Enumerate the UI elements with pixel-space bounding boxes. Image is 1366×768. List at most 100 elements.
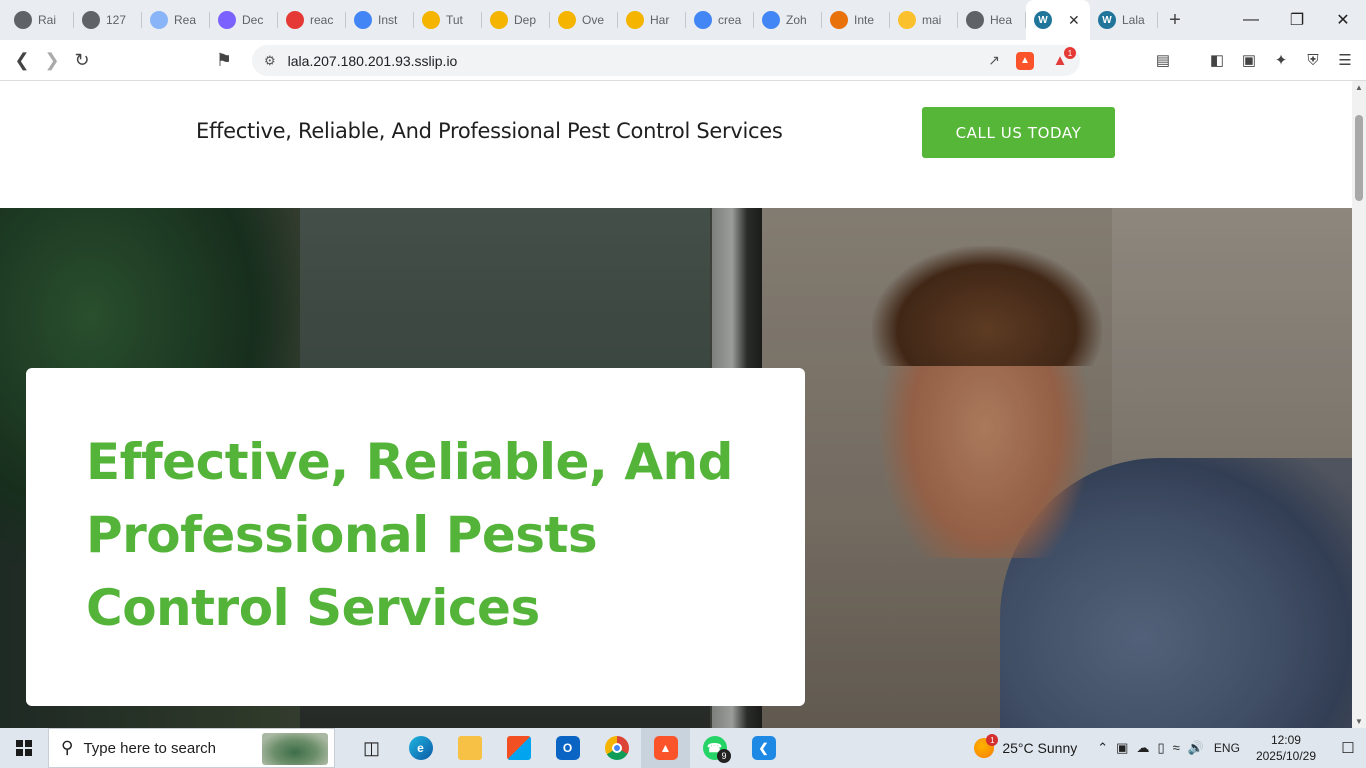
site-settings-icon[interactable]: ⚙ <box>264 53 276 69</box>
leo-ai-icon[interactable]: ✦ <box>1270 48 1292 72</box>
store-icon[interactable] <box>494 728 543 768</box>
reader-mode-icon[interactable]: ▤ <box>1152 48 1174 72</box>
scroll-up-icon[interactable]: ▲ <box>1352 83 1366 92</box>
volume-icon[interactable]: 🔊 <box>1188 740 1204 756</box>
page-viewport: Effective, Reliable, And Professional Pe… <box>0 81 1352 728</box>
search-highlight-image[interactable] <box>262 733 328 765</box>
tab-label: Dec <box>242 13 264 27</box>
wordpress-icon: W <box>1098 11 1116 29</box>
tab-label: Hea <box>990 13 1013 27</box>
tray-icons: ⌃ ▣ ☁ ▯ ≈ 🔊 <box>1097 740 1204 756</box>
browser-tab[interactable]: Rai <box>6 0 74 40</box>
hero-card: Effective, Reliable, And Professional Pe… <box>26 368 805 706</box>
browser-tab[interactable]: 127 <box>74 0 142 40</box>
menu-icon[interactable]: ☰ <box>1334 48 1356 72</box>
microsoft-icon <box>558 11 576 29</box>
minimize-icon[interactable]: — <box>1228 0 1274 40</box>
browser-tab[interactable]: Har <box>618 0 686 40</box>
file-explorer-icon[interactable] <box>445 728 494 768</box>
rewards-badge: 1 <box>1064 47 1076 59</box>
tab-label: mai <box>922 13 942 27</box>
microsoft-icon <box>422 11 440 29</box>
whatsapp-icon[interactable]: ☎ 9 <box>690 728 739 768</box>
sidebar-icon[interactable]: ◧ <box>1206 48 1228 72</box>
start-button[interactable] <box>0 728 48 768</box>
hero-section: Effective, Reliable, And Professional Pe… <box>0 208 1352 728</box>
new-tab-button[interactable]: + <box>1158 9 1192 32</box>
tab-label: Inst <box>378 13 398 27</box>
browser-tab[interactable]: crea <box>686 0 754 40</box>
browser-tab[interactable]: Tut <box>414 0 482 40</box>
browser-tab[interactable]: W Lala <box>1090 0 1158 40</box>
notifications-icon[interactable]: ☐ <box>1330 739 1366 757</box>
call-us-button[interactable]: CALL US TODAY <box>922 107 1115 158</box>
taskbar-search[interactable]: ⚲ Type here to search <box>48 728 335 768</box>
back-icon[interactable]: ❮ <box>7 45 37 75</box>
taskbar-apps: ◫ e O ▲ ☎ 9 ❮ <box>347 728 788 768</box>
browser-tab[interactable]: Zoh <box>754 0 822 40</box>
forward-icon[interactable]: ❯ <box>37 45 67 75</box>
gear-icon <box>966 11 984 29</box>
tab-label: Lala <box>1122 13 1145 27</box>
hero-heading: Effective, Reliable, And Professional Pe… <box>86 433 733 637</box>
clock-time: 12:09 <box>1270 733 1301 747</box>
browser-tab[interactable]: W ✕ <box>1026 0 1090 40</box>
share-icon[interactable]: ↗ <box>988 52 1000 69</box>
brave-icon[interactable]: ▲ <box>641 728 690 768</box>
edge-icon[interactable]: e <box>396 728 445 768</box>
tab-list: Rai 127 Rea Dec reac Inst Tut Dep Ove Har crea Zoh I… <box>0 0 1158 40</box>
browser-tab[interactable]: Inst <box>346 0 414 40</box>
wallet-icon[interactable]: ▣ <box>1238 48 1260 72</box>
browser-tab[interactable]: mai <box>890 0 958 40</box>
toolbar-right-icons: ▤ ◧ ▣ ✦ ⛨ ☰ <box>1152 48 1356 72</box>
header-tagline: Effective, Reliable, And Professional Pe… <box>196 119 783 143</box>
scroll-down-icon[interactable]: ▼ <box>1352 717 1366 726</box>
search-placeholder: Type here to search <box>83 739 217 757</box>
tab-label: Zoh <box>786 13 807 27</box>
tab-label: Rai <box>38 13 57 27</box>
restore-icon[interactable]: ❐ <box>1274 0 1320 40</box>
browser-tab[interactable]: reac <box>278 0 346 40</box>
gear-icon <box>82 11 100 29</box>
mai-icon <box>898 11 916 29</box>
task-view-icon[interactable]: ◫ <box>347 728 396 768</box>
vpn-shield-icon[interactable]: ⛨ <box>1302 48 1324 72</box>
browser-tab[interactable]: Ove <box>550 0 618 40</box>
rea-icon <box>150 11 168 29</box>
weather-badge: 1 <box>986 734 999 746</box>
browser-tab[interactable]: Hea <box>958 0 1026 40</box>
browser-tab[interactable]: Dec <box>210 0 278 40</box>
browser-tab[interactable]: Inte <box>822 0 890 40</box>
tab-label: Rea <box>174 13 197 27</box>
outlook-icon[interactable]: O <box>543 728 592 768</box>
url-text[interactable]: lala.207.180.201.93.sslip.io <box>288 53 458 69</box>
tab-label: 127 <box>106 13 127 27</box>
window-controls: — ❐ ✕ <box>1228 0 1366 40</box>
scroll-thumb[interactable] <box>1355 115 1363 201</box>
language-indicator[interactable]: ENG <box>1214 741 1240 755</box>
cloud-icon[interactable]: ☁ <box>1136 740 1149 756</box>
weather-widget[interactable]: 1 25°C Sunny <box>974 734 1077 758</box>
browser-tab[interactable]: Rea <box>142 0 210 40</box>
tab-label: Inte <box>854 13 875 27</box>
vscode-icon[interactable]: ❮ <box>739 728 788 768</box>
battery-icon[interactable]: ▯ <box>1157 740 1164 756</box>
meet-icon[interactable]: ▣ <box>1116 740 1128 756</box>
clock[interactable]: 12:09 2025/10/29 <box>1256 732 1316 764</box>
brave-shield-icon[interactable]: ▲ <box>1016 51 1034 70</box>
close-tab-icon[interactable]: ✕ <box>1068 12 1080 29</box>
chrome-icon[interactable] <box>592 728 641 768</box>
site-header: Effective, Reliable, And Professional Pe… <box>0 81 1352 208</box>
tab-label: Tut <box>446 13 463 27</box>
system-tray: 1 25°C Sunny ⌃ ▣ ☁ ▯ ≈ 🔊 ENG 12:09 2025/… <box>974 728 1366 768</box>
bookmark-icon[interactable]: ⚑ <box>209 45 239 75</box>
taskbar: ⚲ Type here to search ◫ e O ▲ ☎ 9 ❮ 1 25°… <box>0 728 1366 768</box>
address-bar[interactable]: ⚙ lala.207.180.201.93.sslip.io ↗ ▲ ▲ 1 <box>252 45 1080 76</box>
wifi-icon[interactable]: ≈ <box>1173 740 1180 756</box>
close-icon[interactable]: ✕ <box>1320 0 1366 40</box>
windows-icon <box>16 740 32 756</box>
page-scrollbar[interactable]: ▲ ▼ <box>1352 81 1366 728</box>
browser-tab[interactable]: Dep <box>482 0 550 40</box>
chevron-up-icon[interactable]: ⌃ <box>1097 740 1108 756</box>
reload-icon[interactable]: ↻ <box>67 45 97 75</box>
